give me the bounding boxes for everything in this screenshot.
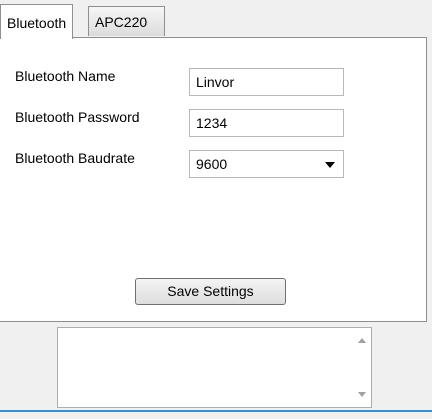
chevron-down-icon[interactable] — [325, 162, 335, 168]
tab-strip: Bluetooth APC220 — [0, 0, 432, 39]
bluetooth-password-label: Bluetooth Password — [15, 109, 140, 125]
log-textbox[interactable] — [57, 327, 372, 408]
window-bottom-edge — [0, 410, 432, 419]
bluetooth-baudrate-select[interactable]: 9600 — [189, 150, 344, 178]
scroll-up-icon[interactable] — [358, 338, 366, 343]
bluetooth-password-field[interactable]: 1234 — [189, 109, 344, 137]
bluetooth-name-label: Bluetooth Name — [15, 68, 116, 84]
vertical-scrollbar[interactable] — [354, 328, 371, 407]
save-settings-button[interactable]: Save Settings — [135, 278, 286, 305]
baudrate-selected-value: 9600 — [196, 156, 228, 172]
bluetooth-name-field[interactable]: Linvor — [189, 68, 344, 96]
scroll-down-icon[interactable] — [358, 392, 366, 397]
bluetooth-settings-panel: Bluetooth Name Linvor Bluetooth Password… — [0, 37, 427, 322]
log-area — [0, 322, 432, 410]
tab-apc220[interactable]: APC220 — [88, 6, 165, 36]
tab-bluetooth[interactable]: Bluetooth — [0, 4, 74, 39]
bluetooth-baudrate-label: Bluetooth Baudrate — [15, 150, 135, 166]
